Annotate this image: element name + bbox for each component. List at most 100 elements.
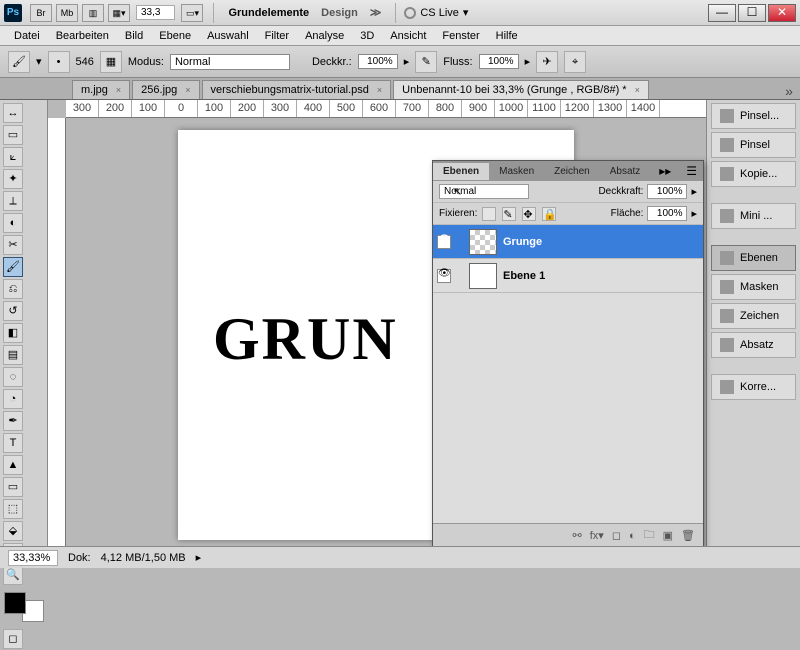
new-layer-icon[interactable]: ▣: [663, 529, 673, 542]
doc-tab[interactable]: m.jpg×: [72, 80, 130, 99]
brush-panel-icon[interactable]: ▦: [100, 51, 122, 73]
layer-row[interactable]: Grunge: [433, 225, 703, 259]
doc-tab[interactable]: verschiebungsmatrix-tutorial.psd×: [202, 80, 392, 99]
panel-button-absatz[interactable]: Absatz: [711, 332, 796, 358]
lock-pixels-icon[interactable]: ✎: [502, 207, 516, 221]
eyedropper-tool[interactable]: ◐: [3, 213, 23, 233]
doc-tab[interactable]: 256.jpg×: [132, 80, 199, 99]
move-tool[interactable]: ↔: [3, 103, 23, 123]
layer-thumbnail[interactable]: [469, 263, 497, 289]
panel-button-masken[interactable]: Masken: [711, 274, 796, 300]
lock-all-icon[interactable]: 🔒: [542, 207, 556, 221]
menu-ansicht[interactable]: Ansicht: [382, 28, 434, 44]
menu-bearbeiten[interactable]: Bearbeiten: [48, 28, 117, 44]
stamp-tool[interactable]: ⎌: [3, 279, 23, 299]
close-tab-icon[interactable]: ×: [635, 85, 640, 95]
close-button[interactable]: ✕: [768, 4, 796, 22]
pressure-opacity-icon[interactable]: ✎: [415, 51, 437, 73]
cslive-button[interactable]: CS Live▾: [404, 6, 468, 19]
panel-more-icon[interactable]: ▸▸: [653, 164, 677, 178]
menu-bild[interactable]: Bild: [117, 28, 151, 44]
lock-position-icon[interactable]: ✥: [522, 207, 536, 221]
3d-tools[interactable]: ⬚: [3, 499, 23, 519]
blend-mode-dropdown[interactable]: Normal: [170, 54, 290, 70]
eraser-tool[interactable]: ◧: [3, 323, 23, 343]
quickmask-button[interactable]: ◻: [3, 629, 23, 649]
delete-layer-icon[interactable]: 🗑: [681, 529, 695, 542]
workspace-more[interactable]: ≫: [370, 6, 382, 19]
arrange-button[interactable]: ▭▾: [181, 4, 203, 22]
menu-auswahl[interactable]: Auswahl: [199, 28, 257, 44]
bridge-button[interactable]: Br: [30, 4, 52, 22]
lp-tab-ebenen[interactable]: Ebenen: [433, 163, 489, 180]
menu-3d[interactable]: 3D: [352, 28, 382, 44]
color-swatch[interactable]: [4, 592, 44, 622]
link-layers-icon[interactable]: ⚯: [573, 529, 582, 542]
lp-tab-absatz[interactable]: Absatz: [600, 163, 651, 180]
panel-button-zeichen[interactable]: Zeichen: [711, 303, 796, 329]
gradient-tool[interactable]: ▤: [3, 345, 23, 365]
close-tab-icon[interactable]: ×: [116, 85, 121, 95]
layer-opacity-input[interactable]: 100%: [647, 184, 687, 199]
opacity-input[interactable]: 100%: [358, 54, 398, 69]
wand-tool[interactable]: ✦: [3, 169, 23, 189]
close-tab-icon[interactable]: ×: [377, 85, 382, 95]
blur-tool[interactable]: ◌: [3, 367, 23, 387]
layer-row[interactable]: Ebene 1: [433, 259, 703, 293]
lock-transparent-icon[interactable]: [482, 207, 496, 221]
panel-button-pinsel[interactable]: Pinsel...: [711, 103, 796, 129]
patch-tool[interactable]: ✂: [3, 235, 23, 255]
history-brush-tool[interactable]: ↺: [3, 301, 23, 321]
shape-tool[interactable]: ▭: [3, 477, 23, 497]
menu-ebene[interactable]: Ebene: [151, 28, 199, 44]
brush-tool-icon[interactable]: 🖌: [8, 51, 30, 73]
layers-panel[interactable]: EbenenMaskenZeichenAbsatz ▸▸ ☰ Normal ↖ …: [432, 160, 704, 548]
menu-analyse[interactable]: Analyse: [297, 28, 352, 44]
screen-mode-button[interactable]: ▥: [82, 4, 104, 22]
zoom-dropdown[interactable]: 33,3: [136, 5, 175, 20]
workspace-grundelemente[interactable]: Grundelemente: [228, 7, 309, 19]
layer-mask-icon[interactable]: ◻: [612, 529, 621, 542]
visibility-icon[interactable]: [437, 269, 451, 283]
flow-input[interactable]: 100%: [479, 54, 519, 69]
minimize-button[interactable]: —: [708, 4, 736, 22]
3d-camera-tools[interactable]: ⬙: [3, 521, 23, 541]
panel-button-korre[interactable]: Korre...: [711, 374, 796, 400]
tabs-overflow-icon[interactable]: »: [778, 83, 800, 99]
zoom-tool[interactable]: 🔍: [3, 565, 23, 585]
layer-group-icon[interactable]: 🗀: [644, 526, 655, 545]
dodge-tool[interactable]: ◔: [3, 389, 23, 409]
extras-button[interactable]: ▦▾: [108, 4, 130, 22]
panel-menu-icon[interactable]: ☰: [680, 164, 703, 178]
pressure-size-icon[interactable]: ⌖: [564, 51, 586, 73]
airbrush-icon[interactable]: ✈: [536, 51, 558, 73]
panel-button-ebenen[interactable]: Ebenen: [711, 245, 796, 271]
lp-tab-masken[interactable]: Masken: [489, 163, 544, 180]
adjustment-layer-icon[interactable]: ◐: [629, 530, 636, 542]
layer-fx-icon[interactable]: fx▾: [590, 529, 604, 542]
doc-tab[interactable]: Unbenannt-10 bei 33,3% (Grunge , RGB/8#)…: [393, 80, 649, 99]
minibridge-button[interactable]: Mb: [56, 4, 78, 22]
path-select-tool[interactable]: ▲: [3, 455, 23, 475]
maximize-button[interactable]: ☐: [738, 4, 766, 22]
type-tool[interactable]: T: [3, 433, 23, 453]
fg-color[interactable]: [4, 592, 26, 614]
panel-button-pinsel[interactable]: Pinsel: [711, 132, 796, 158]
panel-button-kopie[interactable]: Kopie...: [711, 161, 796, 187]
menu-datei[interactable]: Datei: [6, 28, 48, 44]
menu-filter[interactable]: Filter: [257, 28, 297, 44]
menu-fenster[interactable]: Fenster: [434, 28, 487, 44]
menu-hilfe[interactable]: Hilfe: [488, 28, 526, 44]
brush-preview-icon[interactable]: •: [48, 51, 70, 73]
visibility-icon[interactable]: [437, 235, 451, 249]
pen-tool[interactable]: ✒: [3, 411, 23, 431]
lasso-tool[interactable]: ⟀: [3, 147, 23, 167]
fill-input[interactable]: 100%: [647, 206, 687, 221]
panel-button-mini[interactable]: Mini ...: [711, 203, 796, 229]
close-tab-icon[interactable]: ×: [185, 85, 190, 95]
workspace-design[interactable]: Design: [321, 7, 358, 19]
brush-tool[interactable]: 🖌: [3, 257, 23, 277]
lp-tab-zeichen[interactable]: Zeichen: [544, 163, 600, 180]
zoom-input[interactable]: 33,33%: [8, 550, 58, 566]
layer-thumbnail[interactable]: [469, 229, 497, 255]
